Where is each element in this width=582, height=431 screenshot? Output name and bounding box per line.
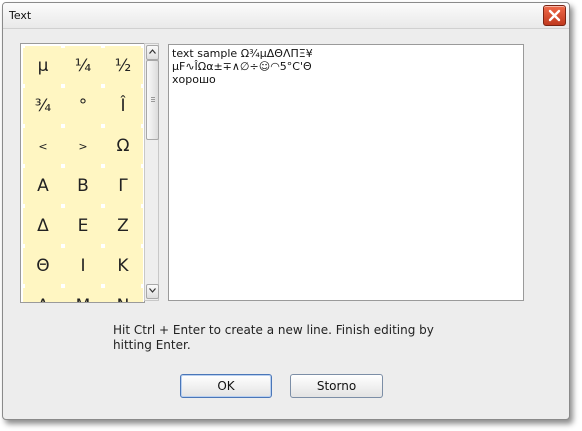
character-cell[interactable]: Δ (23, 206, 63, 246)
character-cell[interactable]: Θ (23, 246, 63, 286)
text-dialog: Text μ ¼ ½ ¾ ° Î < > Ω Α Β Γ Δ Ε Ζ Θ Ι Κ Λ Μ Ν text sample Ω… (2, 2, 570, 420)
title-bar: Text (3, 3, 569, 29)
character-glyph: ¼ (74, 56, 92, 76)
character-glyph: Δ (37, 216, 49, 236)
character-cell[interactable]: Κ (103, 246, 143, 286)
character-cell[interactable]: Î (103, 86, 143, 126)
character-cell[interactable]: > (63, 126, 103, 166)
palette-scrollbar[interactable] (144, 43, 159, 301)
character-glyph: Λ (37, 296, 49, 302)
scroll-thumb[interactable] (146, 60, 159, 140)
help-text: Hit Ctrl + Enter to create a new line. F… (113, 323, 434, 352)
character-cell[interactable]: Ω (103, 126, 143, 166)
scroll-up-button[interactable] (146, 45, 159, 60)
character-glyph: Ζ (117, 216, 129, 236)
character-glyph: Μ (76, 296, 91, 302)
character-glyph: ¾ (34, 96, 52, 116)
editor-line: μF∿ÎΩα±∓∧∅÷☺◠5°C'Θ (172, 60, 312, 73)
character-glyph: Ε (77, 216, 89, 236)
character-cell[interactable]: Ε (63, 206, 103, 246)
character-glyph: Ω (116, 136, 130, 156)
character-cell[interactable]: Γ (103, 166, 143, 206)
ok-button[interactable]: OK (180, 374, 272, 398)
scroll-down-button[interactable] (146, 284, 159, 299)
character-glyph: Θ (36, 256, 50, 276)
character-cell[interactable]: Α (23, 166, 63, 206)
chevron-up-icon (149, 49, 156, 54)
character-cell[interactable]: ¼ (63, 46, 103, 86)
character-glyph: Κ (117, 256, 129, 276)
text-editor[interactable]: text sample Ω¾μΔΘΛΠΞ¥ μF∿ÎΩα±∓∧∅÷☺◠5°C'Θ… (168, 44, 524, 301)
character-grid: μ ¼ ½ ¾ ° Î < > Ω Α Β Γ Δ Ε Ζ Θ Ι Κ Λ Μ Ν (23, 46, 143, 302)
cancel-button[interactable]: Storno (290, 374, 383, 398)
character-glyph: < (38, 139, 48, 153)
character-cell[interactable]: ¾ (23, 86, 63, 126)
character-glyph: Β (77, 176, 89, 196)
character-cell[interactable]: Ι (63, 246, 103, 286)
close-button[interactable] (543, 5, 566, 26)
character-glyph: Ν (117, 296, 130, 302)
editor-line: text sample Ω¾μΔΘΛΠΞ¥ (172, 47, 313, 60)
character-cell[interactable]: ½ (103, 46, 143, 86)
character-glyph: ½ (114, 56, 132, 76)
character-cell[interactable]: < (23, 126, 63, 166)
character-glyph: Α (37, 176, 49, 196)
character-cell[interactable]: ° (63, 86, 103, 126)
character-cell[interactable]: Ζ (103, 206, 143, 246)
character-glyph: Γ (118, 176, 128, 196)
chevron-down-icon (149, 288, 156, 293)
character-cell[interactable]: Β (63, 166, 103, 206)
character-cell[interactable]: Μ (63, 286, 103, 302)
character-palette: μ ¼ ½ ¾ ° Î < > Ω Α Β Γ Δ Ε Ζ Θ Ι Κ Λ Μ Ν (20, 43, 145, 303)
character-cell[interactable]: Λ (23, 286, 63, 302)
editor-line: хорошо (172, 73, 216, 86)
character-cell[interactable]: μ (23, 46, 63, 86)
character-glyph: Î (120, 96, 126, 116)
character-glyph: Ι (80, 256, 86, 276)
character-glyph: > (78, 139, 88, 153)
character-glyph: ° (78, 96, 88, 116)
character-glyph: μ (37, 56, 49, 76)
close-icon (548, 9, 561, 22)
character-cell[interactable]: Ν (103, 286, 143, 302)
window-title: Text (9, 9, 32, 22)
